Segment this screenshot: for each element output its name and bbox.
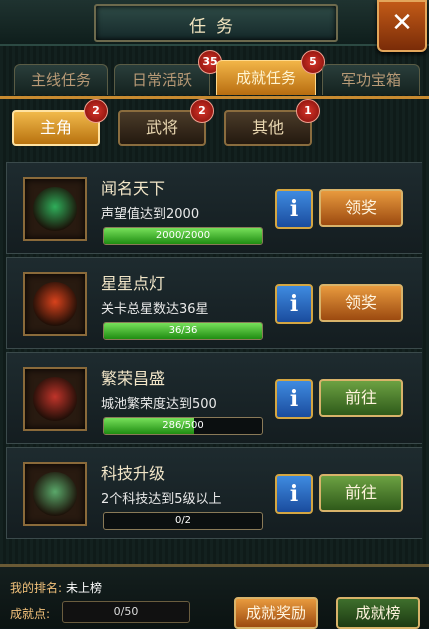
emblem-icon bbox=[33, 187, 77, 231]
achievement-list[interactable]: 闻名天下 声望值达到2000 2000/2000 i 领奖 星星点灯 关卡总星数… bbox=[6, 158, 422, 556]
progress-text: 286/500 bbox=[162, 420, 204, 431]
achievement-title: 星星点灯 bbox=[101, 274, 166, 293]
achievement-icon-slot bbox=[23, 272, 87, 336]
achievement-desc: 关卡总星数达36星 bbox=[101, 302, 209, 317]
action-button[interactable]: 领奖 bbox=[319, 284, 403, 322]
info-button[interactable]: i bbox=[275, 379, 313, 419]
subtab-generals-badge: 2 bbox=[190, 99, 214, 123]
emblem-icon bbox=[33, 282, 77, 326]
title-bar: 任务 bbox=[0, 0, 429, 46]
emblem-icon bbox=[33, 377, 77, 421]
info-button[interactable]: i bbox=[275, 284, 313, 324]
tab-label: 主线任务 bbox=[30, 71, 91, 89]
tab-merit-chest[interactable]: 军功宝箱 bbox=[322, 64, 420, 95]
tab-main-quest[interactable]: 主线任务 bbox=[14, 64, 108, 95]
achievement-desc: 城池繁荣度达到500 bbox=[101, 397, 217, 412]
action-button[interactable]: 领奖 bbox=[319, 189, 403, 227]
rank-value: 未上榜 bbox=[66, 581, 103, 595]
subtab-other-badge: 1 bbox=[296, 99, 320, 123]
achievement-title: 科技升级 bbox=[101, 464, 166, 483]
info-button[interactable]: i bbox=[275, 189, 313, 229]
tab-label: 军功宝箱 bbox=[340, 71, 401, 89]
tab-label: 日常活跃 bbox=[131, 71, 192, 89]
window-title: 任务 bbox=[189, 17, 243, 37]
progress-bar: 0/2 bbox=[103, 512, 263, 530]
progress-bar: 286/500 bbox=[103, 417, 263, 435]
tab-label: 成就任务 bbox=[235, 69, 296, 87]
achievement-icon-slot bbox=[23, 462, 87, 526]
achievement-title: 繁荣昌盛 bbox=[101, 369, 166, 388]
tab-daily-activity[interactable]: 日常活跃 bbox=[114, 64, 210, 95]
progress-text: 36/36 bbox=[168, 325, 198, 336]
footer-bar: 我的排名: 未上榜 成就点: 0/50 成就奖励 成就榜 bbox=[0, 564, 429, 629]
achievement-ranking-button[interactable]: 成就榜 bbox=[336, 597, 420, 629]
close-button[interactable]: ✕ bbox=[377, 0, 427, 52]
emblem-icon bbox=[33, 472, 77, 516]
achievement-desc: 2个科技达到5级以上 bbox=[101, 492, 222, 507]
achievement-title: 闻名天下 bbox=[101, 179, 166, 198]
subtab-hero-badge: 2 bbox=[84, 99, 108, 123]
progress-bar: 2000/2000 bbox=[103, 227, 263, 245]
title-plate: 任务 bbox=[94, 4, 338, 42]
achievement-row: 闻名天下 声望值达到2000 2000/2000 i 领奖 bbox=[6, 162, 422, 254]
subtab-label: 主角 bbox=[39, 118, 72, 137]
progress-text: 0/2 bbox=[174, 515, 192, 526]
action-button[interactable]: 前往 bbox=[319, 379, 403, 417]
close-icon: ✕ bbox=[391, 8, 413, 38]
achievement-icon-slot bbox=[23, 177, 87, 241]
info-button[interactable]: i bbox=[275, 474, 313, 514]
action-button[interactable]: 前往 bbox=[319, 474, 403, 512]
subtab-label: 武将 bbox=[145, 118, 178, 137]
achievement-reward-button[interactable]: 成就奖励 bbox=[234, 597, 318, 629]
achievement-row: 星星点灯 关卡总星数达36星 36/36 i 领奖 bbox=[6, 257, 422, 349]
achievement-icon-slot bbox=[23, 367, 87, 431]
rank-label: 我的排名: bbox=[10, 581, 63, 595]
points-label: 成就点: bbox=[10, 607, 51, 621]
achievement-desc: 声望值达到2000 bbox=[101, 207, 200, 222]
achievement-row: 科技升级 2个科技达到5级以上 0/2 i 前往 bbox=[6, 447, 422, 539]
achievement-row: 繁荣昌盛 城池繁荣度达到500 286/500 i 前往 bbox=[6, 352, 422, 444]
progress-text: 2000/2000 bbox=[155, 230, 211, 241]
subtab-label: 其他 bbox=[251, 118, 284, 137]
progress-bar: 36/36 bbox=[103, 322, 263, 340]
points-value: 0/50 bbox=[62, 601, 190, 623]
